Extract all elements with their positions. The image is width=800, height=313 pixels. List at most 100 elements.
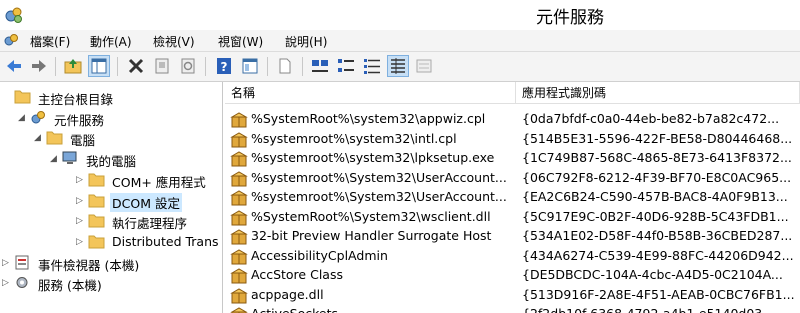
app-name: AccStore Class: [251, 267, 343, 282]
list-item[interactable]: %systemroot%\system32\intl.cpl {514B5E31-…: [225, 130, 800, 149]
small-icons-view-icon[interactable]: [336, 56, 356, 76]
tree-item-label: 電腦: [70, 133, 96, 149]
tree-item[interactable]: ◢ 我的電腦: [0, 150, 222, 169]
view-icon[interactable]: [240, 56, 260, 76]
tree-item[interactable]: ◢ 電腦: [0, 129, 222, 148]
menu-window[interactable]: 視窗(W): [218, 33, 263, 50]
app-id: {2f2db10f-6368-4792-a4b1-e5140d03...: [522, 306, 800, 313]
export-icon[interactable]: [275, 56, 295, 76]
menu-help[interactable]: 說明(H): [285, 33, 327, 50]
list-item[interactable]: %systemroot%\System32\UserAccount... {06C…: [225, 169, 800, 188]
app-id: {06C792F8-6212-4F39-BF70-E8C0AC965...: [522, 169, 792, 185]
menu-action[interactable]: 動作(A): [90, 33, 132, 50]
toolbar-separator: [117, 57, 118, 76]
tree-item-label: DCOM 設定: [110, 192, 182, 212]
refresh-icon[interactable]: [178, 56, 198, 76]
dcom-package-icon: [230, 287, 248, 303]
console-tree: 主控台根目錄 ◢ 元件服務 ◢ 電腦 ◢ 我的電腦 ▷ COM+ 應用程式 ▷ DCOM 設定 ▷ 執行…: [0, 82, 223, 313]
tree-item[interactable]: ▷ DCOM 設定: [0, 192, 222, 212]
dcom-package-icon: [230, 268, 248, 284]
tree-item[interactable]: ▷ 服務 (本機): [0, 274, 222, 293]
tree-item[interactable]: ▷ Distributed Trans: [0, 233, 222, 252]
column-header-app-id[interactable]: 應用程式識別碼: [516, 82, 800, 104]
status-view-icon[interactable]: [414, 56, 434, 76]
dcom-package-icon: [230, 307, 248, 313]
list-item[interactable]: %systemroot%\system32\lpksetup.exe {1C749…: [225, 149, 800, 168]
expand-toggle-icon[interactable]: ◢: [18, 113, 25, 123]
app-name: ActiveSockets: [251, 306, 516, 313]
list-view-icon[interactable]: [362, 56, 382, 76]
system-menu-icon[interactable]: [3, 32, 20, 49]
expand-toggle-icon[interactable]: ◢: [34, 133, 41, 143]
app-name: %systemroot%\System32\UserAccount...: [251, 169, 507, 185]
app-name: %SystemRoot%\System32\wsclient.dll: [251, 208, 491, 224]
tree-item[interactable]: ▷ COM+ 應用程式: [0, 171, 222, 190]
dcom-package-icon: [230, 131, 248, 147]
menu-bar: 檔案(F) 動作(A) 檢視(V) 視窗(W) 說明(H): [0, 30, 800, 52]
folder-icon: [14, 89, 31, 104]
list-item[interactable]: %SystemRoot%\System32\wsclient.dll {5C917…: [225, 208, 800, 227]
dcom-package-icon: [230, 151, 248, 167]
show-hide-tree-icon[interactable]: [88, 55, 110, 77]
list-item[interactable]: AccessibilityCplAdmin {434A6274-C539-4E99…: [225, 247, 800, 266]
expand-toggle-icon[interactable]: ▷: [2, 258, 9, 268]
delete-icon[interactable]: [126, 56, 146, 76]
expand-toggle-icon[interactable]: ▷: [2, 278, 9, 288]
expand-toggle-icon[interactable]: ▷: [76, 216, 83, 226]
svg-text:?: ?: [221, 60, 228, 74]
dcom-package-icon: [230, 229, 248, 245]
large-icons-view-icon[interactable]: [310, 56, 330, 76]
details-view-icon[interactable]: [387, 55, 409, 77]
app-id: {513D916F-2A8E-4F51-AEAB-0CBC76FB1...: [522, 286, 795, 302]
tree-item-label: Distributed Trans: [112, 233, 219, 249]
help-icon[interactable]: ?: [214, 56, 234, 76]
back-icon[interactable]: [4, 56, 24, 76]
list-item[interactable]: %SystemRoot%\system32\appwiz.cpl {0da7bfd…: [225, 110, 800, 129]
tree-item-label: 服務 (本機): [38, 278, 102, 294]
list-item[interactable]: acppage.dll {513D916F-2A8E-4F51-AEAB-0CBC…: [225, 286, 800, 305]
computer-icon: [62, 151, 79, 166]
up-folder-icon[interactable]: [63, 56, 83, 76]
folder-icon: [88, 193, 105, 208]
services-icon: [14, 275, 31, 290]
toolbar-separator: [302, 57, 303, 76]
title-bar: 元件服務: [0, 0, 800, 30]
app-id: {5C917E9C-0B2F-40D6-928B-5C43FDB1...: [522, 208, 789, 224]
app-id: {434A6274-C539-4E99-88FC-44206D942...: [522, 247, 794, 263]
toolbar-separator: [205, 57, 206, 76]
component-services-icon: [30, 110, 47, 125]
folder-icon: [88, 234, 105, 249]
list-item[interactable]: ActiveSockets {2f2db10f-6368-4792-a4b1-e5…: [225, 305, 800, 313]
forward-icon[interactable]: [29, 56, 49, 76]
menu-file[interactable]: 檔案(F): [30, 33, 70, 50]
app-id: {0da7bfdf-c0a0-44eb-be82-b7a82c472...: [522, 111, 780, 126]
tree-item[interactable]: ▷ 執行處理程序: [0, 212, 222, 231]
tree-item[interactable]: 主控台根目錄: [0, 88, 222, 107]
list-item[interactable]: 32-bit Preview Handler Surrogate Host {53…: [225, 227, 800, 246]
expand-toggle-icon[interactable]: ▷: [76, 237, 83, 247]
list-item[interactable]: AccStore Class {DE5DBCDC-104A-4cbc-A4D5-0…: [225, 266, 800, 285]
app-name: 32-bit Preview Handler Surrogate Host: [251, 228, 492, 243]
window-title: 元件服務: [536, 8, 604, 28]
menu-view[interactable]: 檢視(V): [153, 33, 195, 50]
tree-item[interactable]: ▷ 事件檢視器 (本機): [0, 254, 222, 273]
tree-item-label: 事件檢視器 (本機): [38, 257, 140, 273]
dcom-package-icon: [230, 248, 248, 264]
expand-toggle-icon[interactable]: ▷: [76, 175, 83, 185]
expand-toggle-icon[interactable]: ◢: [50, 154, 57, 164]
app-name: %systemroot%\System32\UserAccount...: [251, 189, 507, 204]
tree-item[interactable]: ◢ 元件服務: [0, 109, 222, 128]
tree-item-label: 元件服務: [54, 112, 105, 128]
app-name: AccessibilityCplAdmin: [251, 247, 388, 263]
event-viewer-icon: [14, 255, 31, 270]
app-id: {EA2C6B24-C590-457B-BAC8-4A0F9B13...: [522, 189, 788, 204]
properties-icon[interactable]: [152, 56, 172, 76]
dcom-package-icon: [230, 112, 248, 128]
column-header-name[interactable]: 名稱: [225, 82, 516, 104]
expand-toggle-icon[interactable]: ▷: [76, 196, 83, 206]
toolbar-separator: [267, 57, 268, 76]
folder-icon: [46, 130, 63, 145]
list-item[interactable]: %systemroot%\System32\UserAccount... {EA2…: [225, 188, 800, 207]
folder-icon: [88, 172, 105, 187]
app-name: %systemroot%\system32\intl.cpl: [251, 130, 457, 146]
